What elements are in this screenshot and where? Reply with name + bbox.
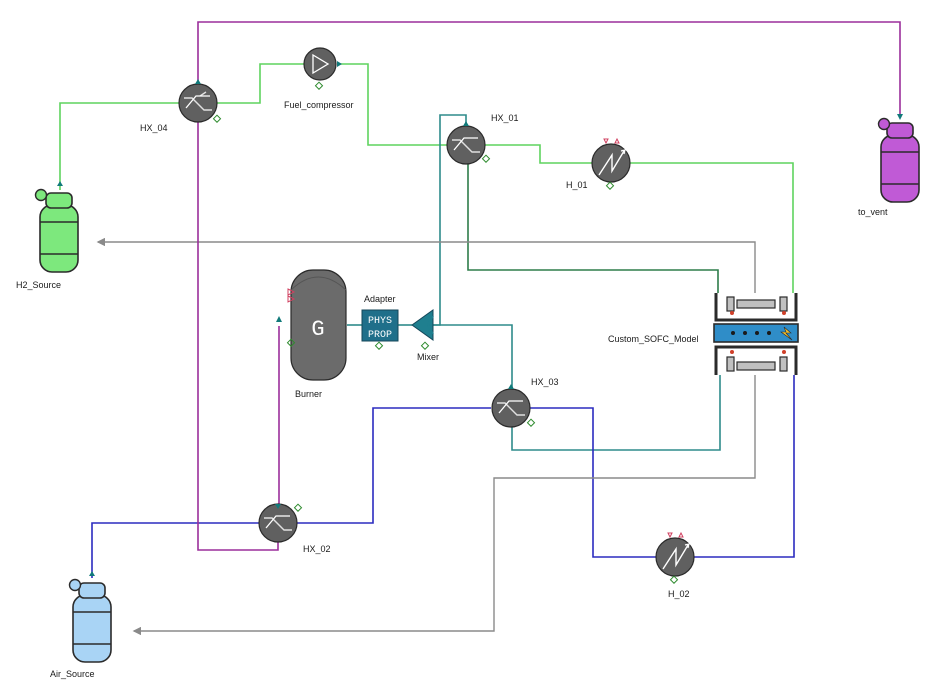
adapter-unit[interactable]: PHYS PROP <box>361 309 399 350</box>
hx02-unit[interactable] <box>258 503 303 543</box>
stream-hx03-to-h02[interactable] <box>530 407 657 558</box>
adapter-text-line2: PROP <box>368 330 392 341</box>
sofc-unit[interactable] <box>713 293 799 375</box>
to-vent-label: to_vent <box>858 207 888 217</box>
adapter-text-line1: PHYS <box>368 316 392 327</box>
h01-unit[interactable] <box>591 137 631 190</box>
stream-hx02-to-hx04[interactable] <box>197 122 279 551</box>
hx04-unit[interactable] <box>178 79 222 123</box>
burner-unit[interactable]: G <box>276 269 347 381</box>
stream-sofc-to-h2-source-return[interactable] <box>96 237 756 293</box>
sofc-label: Custom_SOFC_Model <box>608 334 699 344</box>
stream-h02-to-sofc[interactable] <box>694 375 795 558</box>
h02-unit[interactable] <box>655 531 695 584</box>
stream-h01-to-sofc[interactable] <box>630 162 794 293</box>
h2-source-tank[interactable] <box>34 181 79 273</box>
hx03-unit[interactable] <box>491 384 536 428</box>
stream-hx03-to-mixer[interactable] <box>433 324 513 392</box>
stream-sofc-to-hx01[interactable] <box>467 163 719 293</box>
burner-symbol: G <box>311 317 324 342</box>
stream-h2-to-hx04[interactable] <box>59 102 183 190</box>
mixer-unit[interactable] <box>411 309 434 350</box>
hx04-label: HX_04 <box>140 123 168 133</box>
h02-label: H_02 <box>668 589 690 599</box>
to-vent-tank[interactable] <box>877 114 920 203</box>
h2-source-label: H2_Source <box>16 280 61 290</box>
hx03-label: HX_03 <box>531 377 559 387</box>
h01-label: H_01 <box>566 180 588 190</box>
stream-hx01-to-h01[interactable] <box>485 144 592 164</box>
stream-hx02-to-hx03[interactable] <box>296 407 491 524</box>
fuel-compressor-unit[interactable] <box>303 47 342 90</box>
stream-hx04-to-compressor[interactable] <box>214 63 305 104</box>
hx02-label: HX_02 <box>303 544 331 554</box>
air-source-tank[interactable] <box>68 571 112 663</box>
stream-sofc-to-air-return[interactable] <box>132 375 756 636</box>
burner-label: Burner <box>295 389 322 399</box>
adapter-label: Adapter <box>364 294 396 304</box>
mixer-label: Mixer <box>417 352 439 362</box>
fuel-compressor-label: Fuel_compressor <box>284 100 354 110</box>
hx01-unit[interactable] <box>446 121 491 165</box>
hx01-label: HX_01 <box>491 113 519 123</box>
air-source-label: Air_Source <box>50 669 95 679</box>
